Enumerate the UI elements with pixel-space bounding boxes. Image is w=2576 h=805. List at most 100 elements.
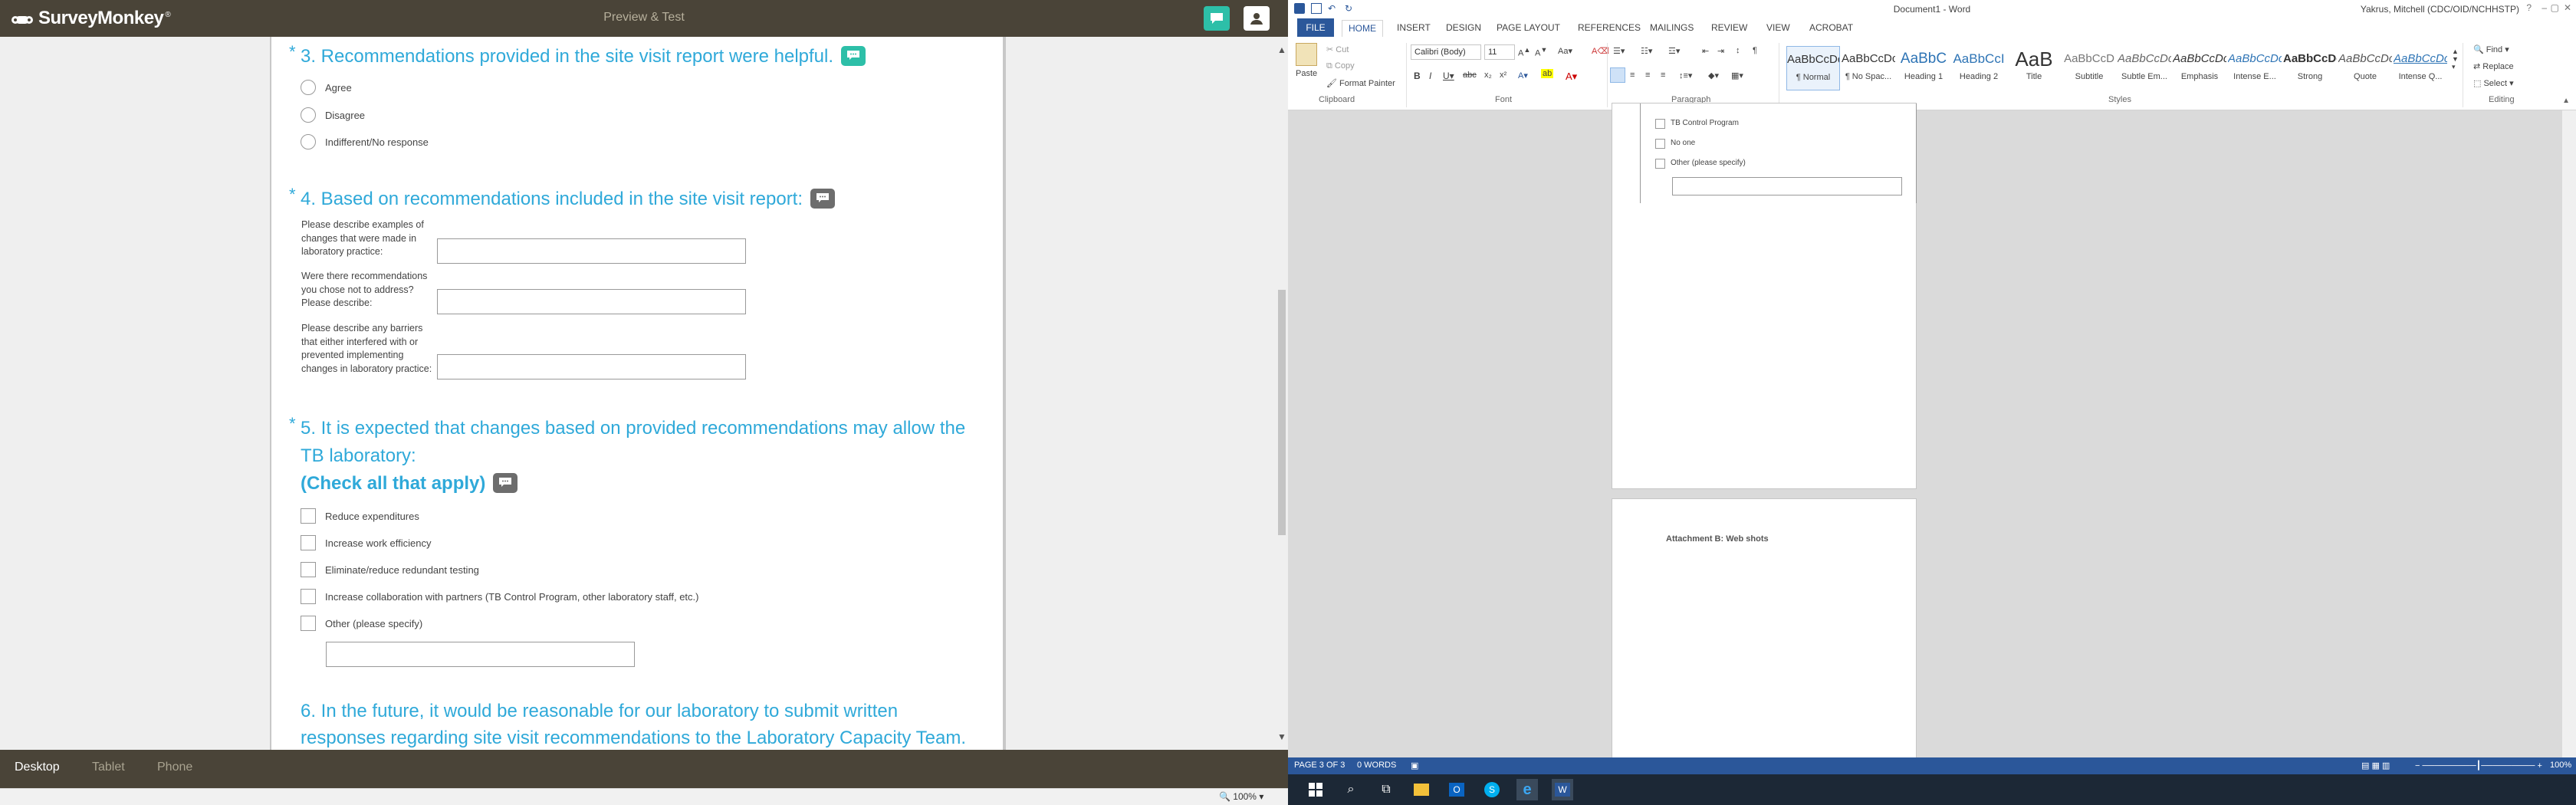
- tab-review[interactable]: REVIEW: [1711, 22, 1747, 33]
- format-painter-button[interactable]: 🖌 Format Painter: [1326, 78, 1395, 88]
- change-case-icon[interactable]: Aa▾: [1558, 46, 1572, 56]
- font-size-select[interactable]: 11: [1484, 44, 1515, 60]
- zoom-level[interactable]: 100%: [2550, 761, 2571, 770]
- tab-references[interactable]: REFERENCES: [1578, 22, 1641, 33]
- view-mode-icons[interactable]: ▤ ▦ ▥: [2361, 761, 2390, 770]
- font-color-icon[interactable]: A▾: [1566, 71, 1577, 83]
- strikethrough-icon[interactable]: abc: [1463, 71, 1477, 80]
- checkbox[interactable]: [301, 589, 316, 604]
- internet-explorer-icon[interactable]: e: [1516, 779, 1538, 800]
- tab-acrobat[interactable]: ACROBAT: [1809, 22, 1853, 33]
- document-page-3[interactable]: Attachment B: Web shots: [1612, 498, 1917, 759]
- q5-option-other[interactable]: Other (please specify): [301, 615, 422, 632]
- line-spacing-icon[interactable]: ↕≡▾: [1679, 71, 1692, 80]
- account-name[interactable]: Yakrus, Mitchell (CDC/OID/NCHHSTP): [2361, 4, 2519, 15]
- grow-font-icon[interactable]: A▲: [1518, 46, 1530, 58]
- style-subtle-emphasis[interactable]: AaBbCcDc Subtle Em...: [2118, 46, 2171, 90]
- question-4-comment-button[interactable]: [810, 188, 836, 209]
- scroll-down-icon[interactable]: ▼: [1277, 731, 1286, 742]
- style-no-spacing[interactable]: AaBbCcDc ¶ No Spac...: [1842, 46, 1895, 90]
- help-icon[interactable]: ?: [2526, 2, 2532, 13]
- cut-button[interactable]: ✂ Cut: [1326, 44, 1349, 54]
- user-button[interactable]: [1244, 6, 1270, 31]
- style-intense-quote[interactable]: AaBbCcDc Intense Q...: [2394, 46, 2447, 90]
- text-effects-icon[interactable]: A▾: [1518, 71, 1528, 80]
- minimize-icon[interactable]: –: [2542, 2, 2547, 13]
- close-icon[interactable]: ✕: [2564, 2, 2571, 13]
- style-strong[interactable]: AaBbCcDc Strong: [2283, 46, 2337, 90]
- paste-icon[interactable]: [1296, 43, 1317, 66]
- increase-indent-icon[interactable]: ⇥: [1717, 46, 1724, 56]
- device-tab-tablet[interactable]: Tablet: [92, 761, 125, 774]
- decrease-indent-icon[interactable]: ⇤: [1702, 46, 1709, 56]
- tab-mailings[interactable]: MAILINGS: [1650, 22, 1694, 33]
- shading-icon[interactable]: ◆▾: [1708, 71, 1719, 80]
- q3-option-disagree[interactable]: Disagree: [301, 107, 365, 123]
- copy-button[interactable]: ⧉ Copy: [1326, 61, 1355, 71]
- style-title[interactable]: AaB Title: [2007, 46, 2061, 90]
- underline-icon[interactable]: U▾: [1443, 71, 1454, 81]
- q5-option-reduce-expenditures[interactable]: Reduce expenditures: [301, 508, 419, 524]
- style-heading-1[interactable]: AaBbC Heading 1: [1897, 46, 1950, 90]
- tab-home[interactable]: HOME: [1342, 20, 1383, 37]
- numbering-icon[interactable]: ☷▾: [1641, 46, 1652, 56]
- q4-field-2-input[interactable]: [437, 289, 746, 314]
- device-tab-phone[interactable]: Phone: [157, 761, 192, 774]
- checkbox[interactable]: [301, 562, 316, 577]
- proofing-icon[interactable]: ▣: [1411, 761, 1418, 770]
- find-button[interactable]: 🔍 Find ▾: [2473, 44, 2509, 54]
- scroll-up-icon[interactable]: ▲: [1277, 44, 1286, 55]
- style-normal[interactable]: AaBbCcDc ¶ Normal: [1786, 46, 1840, 90]
- paste-button[interactable]: Paste: [1296, 69, 1317, 78]
- checkbox[interactable]: [301, 508, 316, 524]
- comments-button[interactable]: [1204, 6, 1230, 31]
- style-subtitle[interactable]: AaBbCcD Subtitle: [2062, 46, 2116, 90]
- subscript-icon[interactable]: x₂: [1484, 71, 1492, 80]
- restore-icon[interactable]: ▢: [2551, 2, 2559, 13]
- q3-option-indifferent[interactable]: Indifferent/No response: [301, 133, 429, 150]
- checkbox[interactable]: [301, 616, 316, 631]
- tab-file[interactable]: FILE: [1297, 18, 1334, 37]
- tab-view[interactable]: VIEW: [1766, 22, 1790, 33]
- font-name-select[interactable]: Calibri (Body): [1411, 44, 1481, 60]
- checkbox[interactable]: [301, 535, 316, 550]
- tab-insert[interactable]: INSERT: [1397, 22, 1431, 33]
- justify-icon[interactable]: ≡: [1661, 71, 1665, 80]
- collapse-ribbon-icon[interactable]: ▲: [2562, 97, 2570, 105]
- q5-option-collaboration[interactable]: Increase collaboration with partners (TB…: [301, 588, 698, 605]
- q3-option-agree[interactable]: Agree: [301, 79, 352, 96]
- word-taskbar-icon[interactable]: W: [1552, 779, 1573, 800]
- device-tab-desktop[interactable]: Desktop: [15, 761, 60, 774]
- italic-icon[interactable]: I: [1429, 71, 1431, 81]
- q5-option-work-efficiency[interactable]: Increase work efficiency: [301, 534, 432, 551]
- q4-field-1-input[interactable]: [437, 238, 746, 264]
- sort-icon[interactable]: ↕: [1736, 46, 1740, 55]
- skype-icon[interactable]: S: [1481, 779, 1503, 800]
- q5-other-input[interactable]: [326, 642, 635, 667]
- radio-button[interactable]: [301, 80, 316, 95]
- task-view-icon[interactable]: ⧉: [1375, 779, 1397, 800]
- shrink-font-icon[interactable]: A▼: [1535, 46, 1547, 58]
- question-3-comment-button[interactable]: [841, 45, 866, 66]
- style-quote[interactable]: AaBbCcDc Quote: [2338, 46, 2392, 90]
- superscript-icon[interactable]: x²: [1500, 71, 1506, 80]
- style-emphasis[interactable]: AaBbCcDc Emphasis: [2173, 46, 2226, 90]
- scroll-thumb[interactable]: [1278, 290, 1286, 535]
- borders-icon[interactable]: ▦▾: [1731, 71, 1743, 80]
- styles-gallery-more-icon[interactable]: ▲ ▼ ▾: [2452, 48, 2459, 71]
- page-count[interactable]: PAGE 3 OF 3: [1294, 761, 1345, 770]
- tab-page-layout[interactable]: PAGE LAYOUT: [1497, 22, 1560, 33]
- start-button[interactable]: [1305, 779, 1326, 800]
- question-5-comment-button[interactable]: [493, 472, 518, 493]
- style-heading-2[interactable]: AaBbCcI Heading 2: [1952, 46, 2006, 90]
- multilevel-list-icon[interactable]: ☲▾: [1668, 46, 1680, 56]
- q5-option-redundant-testing[interactable]: Eliminate/reduce redundant testing: [301, 561, 479, 578]
- zoom-slider[interactable]: − ─────────┃───────── +: [2415, 761, 2542, 770]
- show-marks-icon[interactable]: ¶: [1753, 46, 1757, 55]
- q4-field-3-input[interactable]: [437, 354, 746, 380]
- document-scrollbar[interactable]: [2562, 110, 2576, 757]
- bold-icon[interactable]: B: [1414, 71, 1421, 81]
- tab-design[interactable]: DESIGN: [1446, 22, 1481, 33]
- radio-button[interactable]: [301, 107, 316, 123]
- search-icon[interactable]: ⌕: [1340, 779, 1362, 800]
